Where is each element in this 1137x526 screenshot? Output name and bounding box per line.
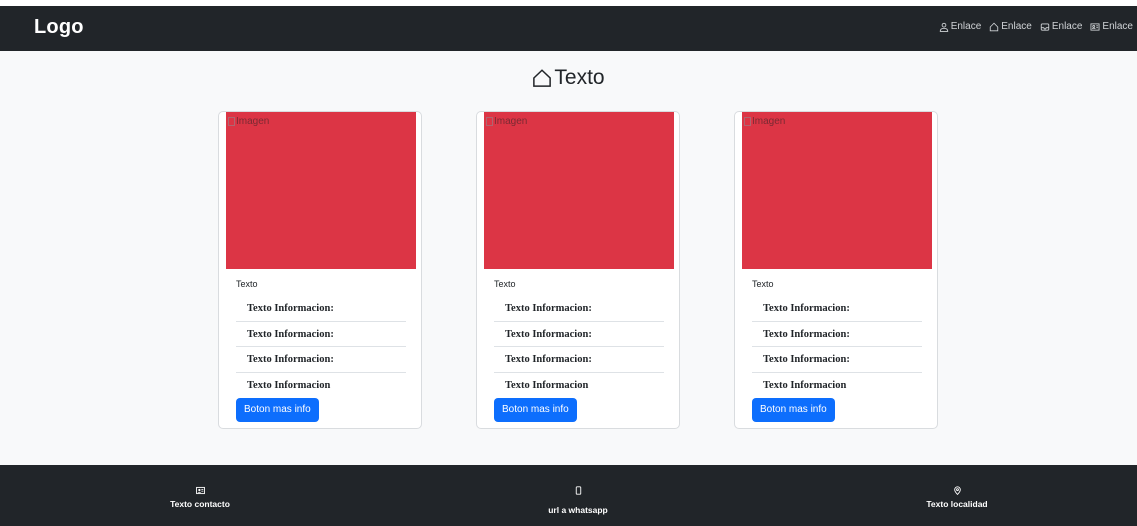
image-alt-text: Imagen xyxy=(494,116,528,127)
card-image: Imagen xyxy=(226,112,416,269)
navbar: Logo Enlace Enlace Enlace Enlace xyxy=(0,6,1137,51)
nav-link-contact[interactable]: Enlace xyxy=(1090,21,1133,32)
footer-location[interactable]: Texto localidad xyxy=(857,486,1057,509)
product-card: Imagen Texto Texto Informacion: Texto In… xyxy=(476,111,680,429)
broken-image-icon xyxy=(228,117,235,126)
list-item: Texto Informacion: xyxy=(494,322,664,347)
page-title-text: Texto xyxy=(554,66,605,89)
broken-image-icon xyxy=(486,117,493,126)
list-item: Texto Informacion xyxy=(505,379,589,391)
nav-link-label: Enlace xyxy=(1001,21,1032,32)
contact-card-icon xyxy=(195,486,205,495)
image-alt-text: Imagen xyxy=(236,116,270,127)
broken-image-icon xyxy=(744,117,751,126)
more-info-button[interactable]: Boton mas info xyxy=(236,398,319,422)
geo-pin-icon xyxy=(953,486,961,495)
house-icon xyxy=(533,69,552,87)
list-item: Texto Informacion: xyxy=(752,296,922,322)
logo[interactable]: Logo xyxy=(34,16,84,39)
footer-contact[interactable]: Texto contacto xyxy=(100,486,300,509)
nav-link-home[interactable]: Enlace xyxy=(989,21,1032,32)
list-item: Texto Informacion: xyxy=(494,296,664,322)
inbox-icon xyxy=(1040,22,1050,31)
more-info-button[interactable]: Boton mas info xyxy=(494,398,577,422)
list-item: Texto Informacion: xyxy=(494,347,664,373)
list-item: Texto Informacion: xyxy=(236,347,406,373)
house-icon xyxy=(990,22,999,31)
info-list: Texto Informacion: Texto Informacion: Te… xyxy=(494,296,664,398)
nav-link-person[interactable]: Enlace xyxy=(939,21,982,32)
product-card: Imagen Texto Texto Informacion: Texto In… xyxy=(734,111,938,429)
list-item: Texto Informacion xyxy=(247,379,331,391)
product-card: Imagen Texto Texto Informacion: Texto In… xyxy=(218,111,422,429)
page-title: Texto xyxy=(0,66,1137,90)
footer: Texto contacto url a whatsapp Texto loca… xyxy=(0,465,1137,526)
phone-icon xyxy=(575,486,581,495)
nav-link-label: Enlace xyxy=(1051,21,1083,32)
card-image: Imagen xyxy=(484,112,674,269)
contact-card-icon xyxy=(1090,22,1100,31)
person-icon xyxy=(939,22,948,32)
list-item: Texto Informacion xyxy=(763,379,847,391)
info-list: Texto Informacion: Texto Informacion: Te… xyxy=(236,296,406,398)
info-list: Texto Informacion: Texto Informacion: Te… xyxy=(752,296,922,398)
footer-whatsapp[interactable]: url a whatsapp xyxy=(478,486,678,515)
nav-link-label: Enlace xyxy=(950,21,982,32)
list-item: Texto Informacion: xyxy=(236,322,406,347)
list-item: Texto Informacion: xyxy=(236,296,406,322)
list-item: Texto Informacion: xyxy=(752,322,922,347)
nav-links: Enlace Enlace Enlace Enlace xyxy=(939,21,1133,32)
card-image: Imagen xyxy=(742,112,932,269)
nav-link-label: Enlace xyxy=(1102,21,1133,32)
card-text: Texto xyxy=(494,279,516,289)
image-alt-text: Imagen xyxy=(752,116,786,127)
card-text: Texto xyxy=(236,279,258,289)
footer-location-label: Texto localidad xyxy=(926,499,988,509)
card-text: Texto xyxy=(752,279,774,289)
image-alt: Imagen xyxy=(486,116,527,127)
list-item: Texto Informacion: xyxy=(752,347,922,373)
more-info-button[interactable]: Boton mas info xyxy=(752,398,835,422)
footer-whatsapp-label: url a whatsapp xyxy=(548,505,608,515)
image-alt: Imagen xyxy=(744,116,785,127)
footer-contact-label: Texto contacto xyxy=(170,499,230,509)
nav-link-inbox[interactable]: Enlace xyxy=(1040,21,1083,32)
image-alt: Imagen xyxy=(228,116,269,127)
